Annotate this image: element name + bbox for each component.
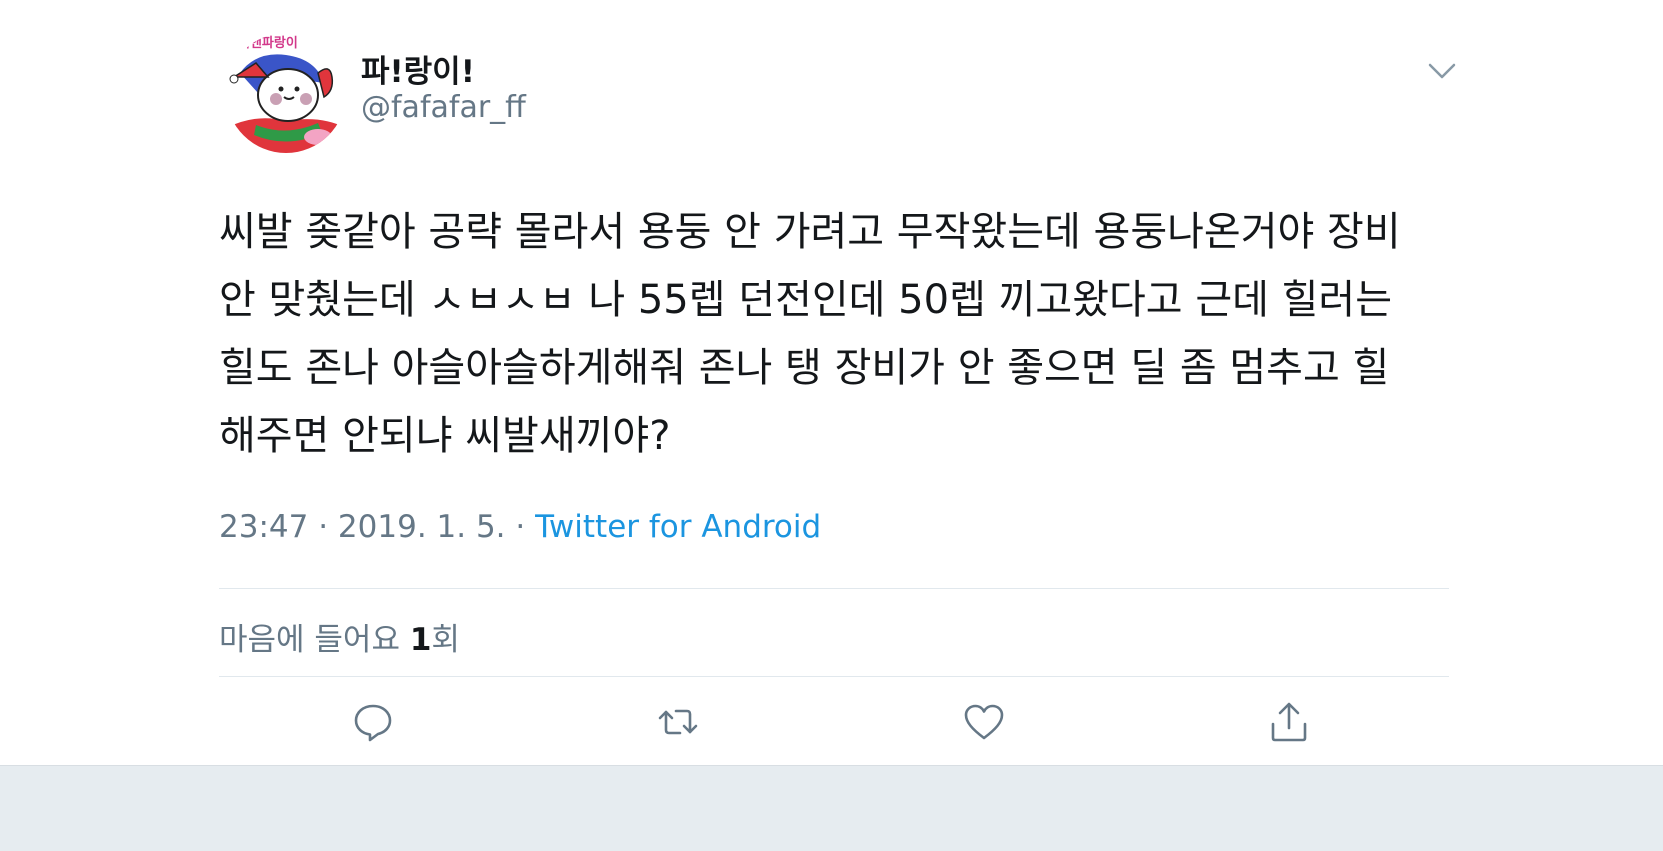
chevron-down-icon[interactable] (1426, 58, 1458, 84)
tweet-card: 석앤파랑이 파!랑이! @fafafar_ff 씨발 좆같아 공략 몰라서 용둥… (0, 0, 1663, 765)
page-background-band (0, 765, 1663, 851)
reply-button[interactable] (351, 700, 395, 744)
divider (219, 588, 1449, 589)
likes-stat[interactable]: 마음에 들어요 1회 (219, 614, 460, 659)
tweet-text: 씨발 좆같아 공략 몰라서 용둥 안 가려고 무작왔는데 용둥나온거야 장비 안… (219, 209, 1401, 459)
avatar-image: 석앤파랑이 (226, 33, 346, 153)
tweet-meta: 23:47 · 2019. 1. 5. · Twitter for Androi… (219, 509, 821, 545)
likes-label: 마음에 들어요 (219, 622, 400, 658)
retweet-icon (658, 709, 698, 735)
like-button[interactable] (962, 700, 1006, 744)
likes-count: 1 (409, 622, 432, 658)
tweet-date: 2019. 1. 5. (337, 509, 506, 545)
user-handle[interactable]: @fafafar_ff (361, 90, 526, 125)
tweet-source-link[interactable]: Twitter for Android (535, 509, 821, 545)
display-name[interactable]: 파!랑이! (361, 46, 475, 91)
avatar-lettering: 석앤파랑이 (238, 35, 298, 51)
reply-icon (354, 704, 392, 742)
meta-separator: · (318, 509, 329, 545)
share-icon (1271, 702, 1307, 742)
divider (219, 676, 1449, 677)
share-button[interactable] (1267, 700, 1311, 744)
tweet-time: 23:47 (219, 509, 309, 545)
heart-icon (964, 704, 1004, 740)
meta-separator: · (515, 509, 526, 545)
retweet-button[interactable] (656, 700, 700, 744)
avatar[interactable]: 석앤파랑이 (226, 33, 346, 153)
likes-unit: 회 (431, 622, 460, 658)
